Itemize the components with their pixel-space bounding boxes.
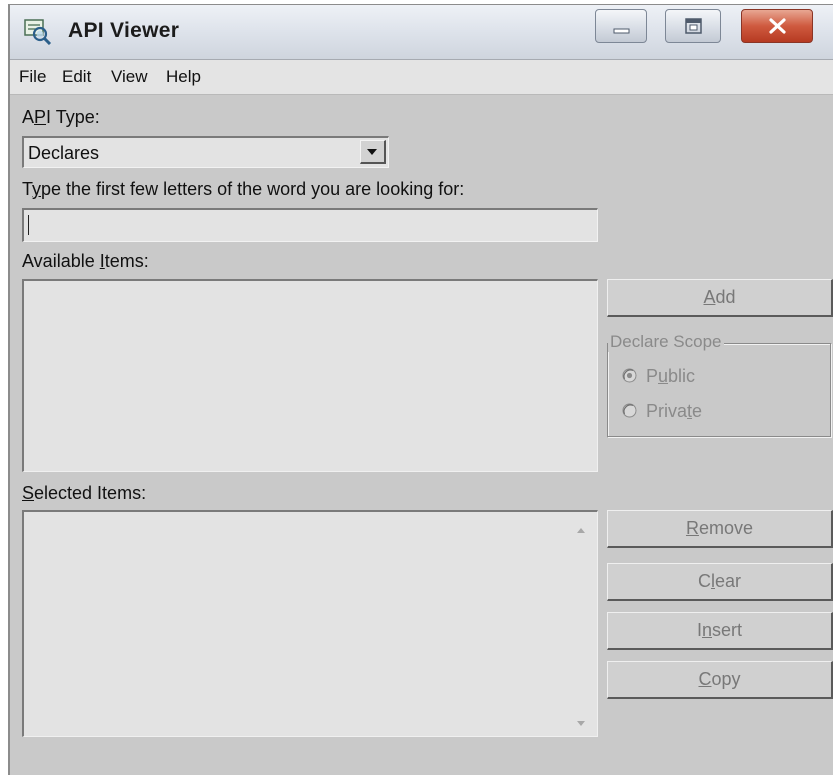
declare-scope-legend: Declare Scope — [608, 332, 724, 352]
chevron-down-icon — [367, 149, 377, 155]
private-label-text-rest: e — [692, 401, 703, 421]
close-button[interactable] — [741, 9, 813, 43]
selected-items-list[interactable] — [22, 510, 598, 737]
add-button-accel: A — [703, 287, 716, 307]
menu-edit[interactable]: Edit — [62, 67, 91, 87]
api-viewer-app-icon — [24, 19, 52, 45]
menu-help[interactable]: Help — [166, 67, 201, 87]
public-radio-label: Public — [646, 366, 695, 387]
api-type-label-text: A — [22, 107, 35, 127]
menu-bar: File Edit View Help — [10, 60, 833, 95]
private-label-text: Priva — [646, 401, 688, 421]
available-items-list[interactable] — [22, 279, 598, 472]
maximize-icon — [685, 18, 702, 34]
selected-label-text-rest: elected Items: — [34, 483, 147, 503]
search-label-accel: y — [32, 179, 42, 199]
available-label-text: Available — [22, 251, 100, 271]
selected-label-accel: S — [22, 483, 35, 503]
insert-button-text-rest: sert — [712, 620, 743, 640]
api-type-label-text-rest: I Type: — [46, 107, 100, 127]
minimize-button[interactable] — [595, 9, 647, 43]
public-label-text-rest: blic — [668, 366, 696, 386]
search-label: Type the first few letters of the word y… — [22, 179, 464, 200]
available-label-text-rest: tems: — [104, 251, 149, 271]
api-type-combobox[interactable]: Declares — [22, 136, 389, 168]
copy-button[interactable]: Copy — [607, 661, 833, 699]
api-type-label: API Type: — [22, 107, 100, 128]
api-type-dropdown-button[interactable] — [360, 140, 386, 164]
clear-button[interactable]: Clear — [607, 563, 833, 601]
add-button[interactable]: Add — [607, 279, 833, 317]
declare-scope-group: Declare Scope Public Private — [607, 332, 832, 438]
api-viewer-window: API Viewer File Edit View Help API Type:… — [8, 4, 833, 775]
api-type-label-accel: P — [34, 107, 47, 127]
minimize-icon — [613, 28, 630, 34]
remove-button-text-rest: emove — [698, 518, 754, 538]
remove-button[interactable]: Remove — [607, 510, 833, 548]
clear-button-text: C — [697, 571, 711, 591]
public-label-accel: u — [658, 366, 669, 386]
search-label-text: T — [22, 179, 33, 199]
public-label-text: P — [646, 366, 659, 386]
selected-items-label: Selected Items: — [22, 483, 146, 504]
available-items-label: Available Items: — [22, 251, 149, 272]
add-button-text-rest: dd — [715, 287, 736, 307]
search-label-text-rest: pe the first few letters of the word you… — [41, 179, 465, 199]
insert-button[interactable]: Insert — [607, 612, 833, 650]
api-type-selected-value: Declares — [28, 143, 100, 163]
remove-button-accel: R — [685, 518, 699, 538]
scroll-down-icon[interactable] — [577, 721, 585, 726]
private-radio-label: Private — [646, 401, 702, 422]
scroll-up-icon[interactable] — [577, 528, 585, 533]
radio-unchecked-icon — [622, 403, 637, 418]
close-icon — [769, 18, 786, 34]
menu-file[interactable]: File — [19, 67, 46, 87]
copy-button-text-rest: opy — [711, 669, 741, 689]
text-caret — [28, 215, 29, 235]
status-bar — [10, 745, 833, 775]
menu-view[interactable]: View — [111, 67, 148, 87]
copy-button-accel: C — [698, 669, 712, 689]
maximize-button[interactable] — [665, 9, 721, 43]
insert-button-accel: n — [701, 620, 712, 640]
clear-button-text-rest: ear — [714, 571, 741, 591]
radio-checked-icon — [622, 368, 637, 383]
title-bar[interactable]: API Viewer — [10, 5, 833, 60]
search-input[interactable] — [22, 208, 598, 242]
window-title: API Viewer — [68, 19, 180, 42]
